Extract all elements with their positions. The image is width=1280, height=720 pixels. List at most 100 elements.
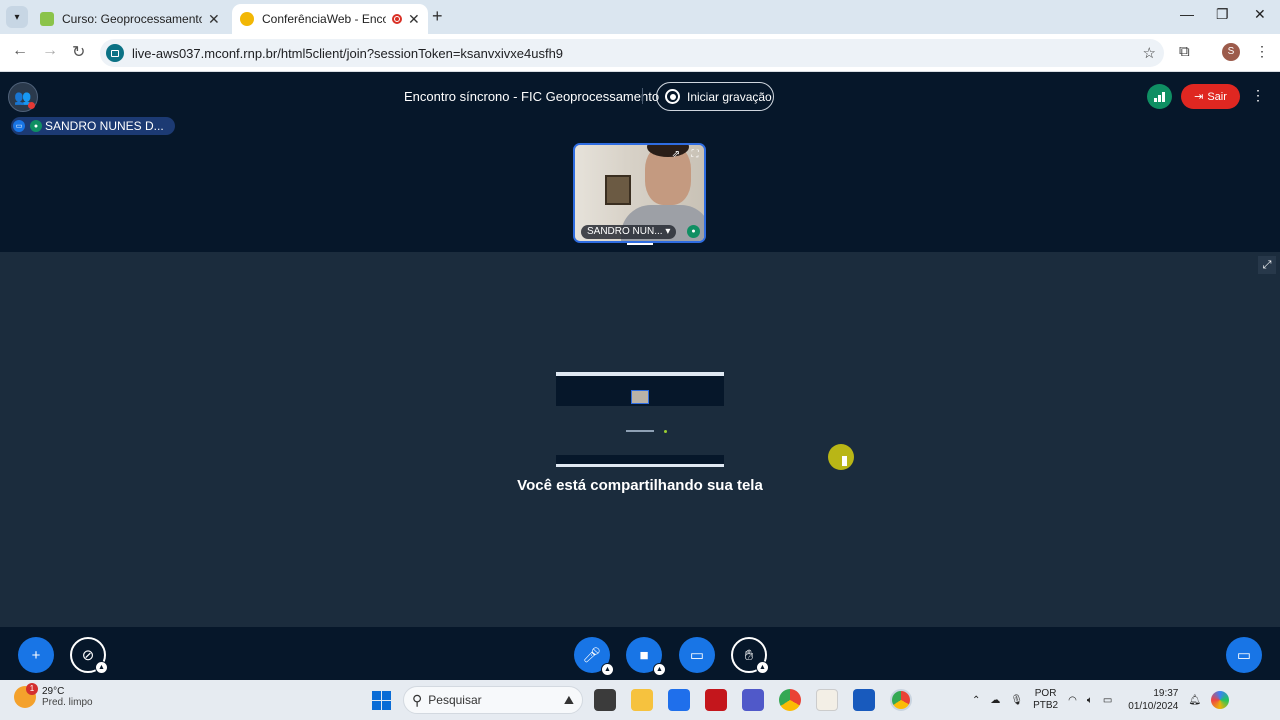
close-tab-icon[interactable]: ✕	[208, 11, 220, 28]
back-icon[interactable]: ←	[12, 42, 28, 60]
tab-curso-geoprocessamento[interactable]: Curso: Geoprocessamento básico ✕	[32, 4, 228, 34]
webcam-resize-handle[interactable]	[627, 243, 653, 245]
screen-share-icon: ▭	[689, 647, 705, 664]
notification-bell-icon[interactable]: 🔔︎	[1188, 695, 1201, 706]
microphone-icon: ●	[687, 225, 700, 238]
start-recording-button[interactable]: Iniciar gravação	[656, 82, 774, 111]
tab-conferenciaweb[interactable]: ConferênciaWeb - Encontro ✕	[232, 4, 428, 34]
taskbar-search[interactable]: ⚲ Pesquisar ⛰	[403, 686, 583, 714]
close-window-icon[interactable]: ✕	[1254, 6, 1266, 23]
profile-avatar[interactable]: S	[1222, 43, 1240, 61]
chevron-up-icon[interactable]: ▲	[756, 661, 769, 674]
windows-taskbar: 1 29°C Pred. limpo ⚲ Pesquisar ⛰ ⌃ ☁ 🎙︎ …	[0, 680, 1280, 720]
restore-icon[interactable]: ❐	[1216, 6, 1229, 23]
presentation-toggle-button[interactable]: ⊘ ▲	[70, 637, 108, 674]
extensions-icon[interactable]: ⧉	[1179, 43, 1190, 60]
webcam-tile[interactable]: ⇗ ⛶ SANDRO NUN... ▾ ●	[573, 143, 706, 243]
microphone-icon: 🎤︎	[582, 647, 602, 664]
chrome-icon[interactable]	[779, 689, 801, 711]
omnibox[interactable]: live-aws037.mconf.rnp.br/html5client/joi…	[100, 39, 1164, 67]
record-icon	[665, 89, 680, 104]
user-list-toggle-button[interactable]: 👥	[8, 82, 38, 112]
chevron-up-icon[interactable]: ▲	[653, 663, 666, 676]
address-bar-row: ← → ↻ live-aws037.mconf.rnp.br/html5clie…	[0, 34, 1280, 72]
mute-button[interactable]: 🎤︎ ▲	[574, 637, 614, 676]
onedrive-icon[interactable]: ☁	[990, 695, 1000, 706]
action-bar: + ⊘ ▲ 🎤︎ ▲ ■ ▲ ▭ ✋︎ ▲ ▭	[0, 627, 1280, 680]
weather-sun-icon: 1	[14, 683, 38, 708]
talking-indicator[interactable]: ▭ ● SANDRO NUNES D...	[11, 117, 175, 135]
site-info-icon[interactable]	[106, 44, 124, 62]
presentation-area: ⤢ Você está compartilhando sua tela	[0, 252, 1280, 627]
webcam-user-name[interactable]: SANDRO NUN... ▾	[581, 225, 677, 239]
chevron-up-icon[interactable]: ▲	[601, 663, 614, 676]
notification-badge: 1	[26, 683, 38, 695]
plus-icon: +	[31, 646, 41, 664]
battery-icon[interactable]: ▭	[1103, 695, 1112, 706]
leave-label: Sair	[1207, 90, 1227, 103]
fullscreen-toggle-icon[interactable]: ⤢	[1258, 256, 1276, 274]
clock[interactable]: 19:37 01/10/2024	[1128, 687, 1178, 713]
fullscreen-icon[interactable]: ⛶	[688, 149, 702, 163]
weather-widget[interactable]: 1 29°C Pred. limpo	[14, 683, 93, 708]
search-placeholder: Pesquisar	[428, 693, 482, 707]
recording-indicator-icon	[392, 14, 402, 24]
hand-off-icon: ✋︎	[744, 646, 754, 664]
windows-start-icon[interactable]	[372, 691, 391, 710]
tab-search-dropdown-icon[interactable]: ▾	[6, 6, 28, 28]
url-text[interactable]: live-aws037.mconf.rnp.br/html5client/joi…	[132, 46, 563, 61]
popout-icon[interactable]: ⇗	[669, 149, 683, 163]
weather-description: Pred. limpo	[42, 697, 93, 708]
temperature: 29°C	[42, 686, 65, 697]
chevron-up-icon[interactable]: ▲	[95, 661, 108, 674]
wifi-icon[interactable]: ◠	[1068, 695, 1077, 706]
reload-icon[interactable]: ↻	[72, 42, 85, 62]
file-explorer-icon[interactable]	[631, 689, 653, 711]
teams-icon[interactable]	[742, 689, 764, 711]
system-tray: ⌃ ☁ 🎙︎ POR PTB2 ◠ 🔈︎ ▭ 19:37 01/10/2024 …	[972, 680, 1230, 720]
chevron-up-icon[interactable]: ⌃	[972, 695, 980, 706]
camera-button[interactable]: ■ ▲	[626, 637, 666, 676]
close-tab-icon[interactable]: ✕	[408, 11, 420, 28]
volume-icon[interactable]: 🔈︎	[1087, 695, 1093, 706]
restore-presentation-button[interactable]: ▭	[1226, 637, 1262, 673]
screen-share-message: Você está compartilhando sua tela	[517, 477, 763, 494]
presentation-off-icon: ⊘	[81, 647, 95, 664]
presentation-icon: ▭	[1236, 647, 1252, 664]
notification-dot	[28, 102, 35, 109]
divider	[642, 88, 643, 104]
microsoft-store-icon[interactable]	[668, 689, 690, 711]
search-highlight-icon: ⛰	[563, 692, 574, 707]
tab-title: Curso: Geoprocessamento básico	[62, 12, 202, 26]
browser-tab-strip: ▾ Curso: Geoprocessamento básico ✕ Confe…	[0, 0, 1280, 34]
options-menu-icon[interactable]: ⋮	[1251, 87, 1265, 104]
browser-menu-icon[interactable]: ⋮	[1255, 43, 1269, 60]
share-screen-button[interactable]: ▭	[679, 637, 715, 673]
cursor-highlight	[828, 444, 854, 470]
new-tab-button[interactable]: +	[432, 6, 443, 27]
connection-status-icon[interactable]	[1147, 84, 1172, 109]
chrome-profile-icon[interactable]	[890, 689, 912, 711]
microphone-icon[interactable]: 🎙︎	[1010, 695, 1023, 706]
presenter-name: SANDRO NUNES D...	[45, 119, 164, 133]
app-icon[interactable]	[816, 689, 838, 711]
language-indicator[interactable]: POR PTB2	[1033, 688, 1058, 712]
task-view-icon[interactable]	[594, 689, 616, 711]
record-label: Iniciar gravação	[687, 89, 772, 104]
minimize-icon[interactable]: —	[1180, 6, 1194, 22]
copilot-icon[interactable]	[1211, 691, 1230, 709]
forward-icon[interactable]: →	[42, 42, 58, 60]
mcafee-icon[interactable]	[705, 689, 727, 711]
bookmark-star-icon[interactable]: ☆	[1143, 44, 1156, 62]
screenshare-preview	[556, 372, 724, 467]
meeting-title: Encontro síncrono - FIC Geoprocessamento	[404, 89, 660, 104]
word-icon[interactable]	[853, 689, 875, 711]
exit-icon: ⇥	[1194, 91, 1204, 103]
microphone-icon: ●	[30, 120, 42, 132]
leave-button[interactable]: ⇥ Sair	[1181, 84, 1240, 109]
reactions-button[interactable]: ✋︎ ▲	[731, 637, 769, 674]
screen-share-icon: ▭	[13, 120, 25, 132]
actions-plus-button[interactable]: +	[18, 637, 54, 673]
conferenciaweb-icon	[240, 12, 254, 26]
moodle-icon	[40, 12, 54, 26]
